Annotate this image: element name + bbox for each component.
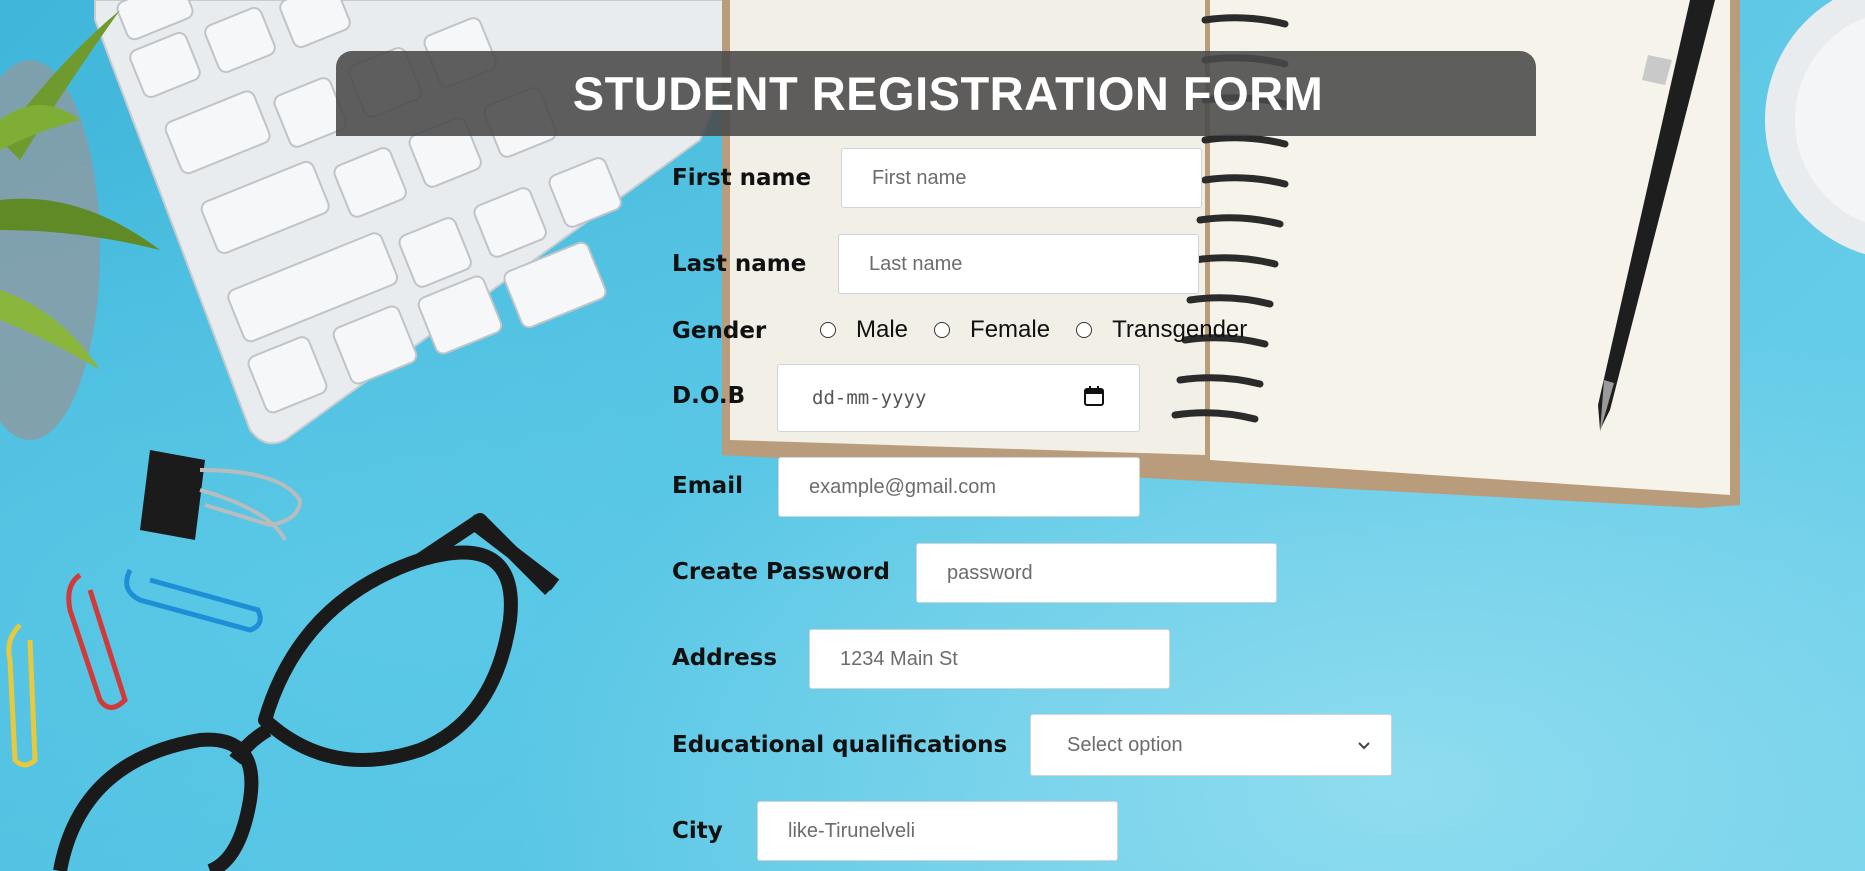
first-name-input[interactable] — [841, 148, 1202, 208]
radio-button[interactable] — [934, 322, 951, 338]
radio-button[interactable] — [1076, 322, 1093, 338]
glasses-illustration — [53, 513, 560, 871]
dob-date-input[interactable]: dd-mm-yyyy — [777, 364, 1140, 432]
gender-option-label: Male — [856, 316, 909, 343]
email-label: Email — [672, 473, 743, 499]
gender-radio-group: Male Female Transgender — [820, 316, 1273, 344]
email-input[interactable] — [778, 457, 1140, 517]
form-title-bar: STUDENT REGISTRATION FORM — [336, 51, 1536, 136]
form-title: STUDENT REGISTRATION FORM — [572, 67, 1324, 120]
first-name-label: First name — [672, 165, 812, 191]
calendar-icon[interactable] — [1083, 385, 1105, 412]
gender-option-male[interactable]: Male — [820, 316, 908, 344]
education-select[interactable]: Select option — [1030, 714, 1392, 776]
radio-button[interactable] — [820, 322, 836, 338]
last-name-label: Last name — [672, 251, 807, 277]
password-input[interactable] — [916, 543, 1277, 603]
chevron-down-icon[interactable] — [1357, 734, 1371, 757]
password-label: Create Password — [672, 559, 890, 585]
gender-option-label: Transgender — [1112, 316, 1248, 343]
city-input[interactable] — [757, 801, 1118, 861]
gender-option-female[interactable]: Female — [934, 316, 1050, 344]
city-label: City — [672, 818, 723, 844]
education-label: Educational qualifications — [672, 732, 1008, 758]
address-label: Address — [672, 645, 778, 671]
gender-option-transgender[interactable]: Transgender — [1076, 316, 1247, 344]
dob-label: D.O.B — [672, 383, 746, 409]
dob-placeholder: dd-mm-yyyy — [812, 387, 927, 409]
last-name-input[interactable] — [838, 234, 1199, 294]
address-input[interactable] — [809, 629, 1170, 689]
gender-label: Gender — [672, 318, 767, 344]
gender-option-label: Female — [970, 316, 1051, 343]
binder-clip-illustration — [140, 450, 303, 541]
education-selected-value: Select option — [1067, 733, 1183, 756]
